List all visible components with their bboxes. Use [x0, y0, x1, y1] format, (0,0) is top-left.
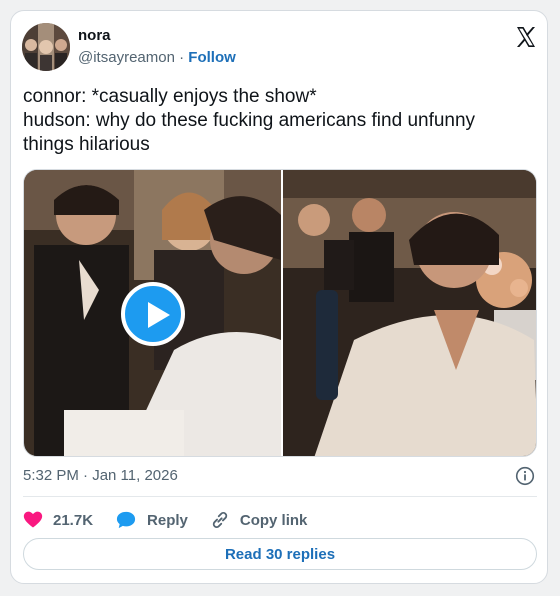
- author-handle-row: @itsayreamon · Follow: [78, 49, 236, 66]
- divider: [23, 496, 537, 497]
- reply-label: Reply: [147, 511, 188, 529]
- reply-button[interactable]: Reply: [115, 510, 188, 530]
- tweet-timestamp[interactable]: 5:32 PM · Jan 11, 2026: [23, 467, 178, 484]
- video-thumbnail: [24, 170, 536, 456]
- tweet-text-line: connor: *casually enjoys the show*: [23, 86, 317, 107]
- avatar[interactable]: [22, 23, 70, 71]
- link-icon: [212, 511, 228, 529]
- author-handle[interactable]: @itsayreamon: [78, 49, 175, 66]
- copy-link-button[interactable]: Copy link: [210, 510, 308, 530]
- action-bar: 21.7K Reply Copy link: [23, 505, 329, 535]
- heart-icon: [23, 511, 43, 528]
- tweet-text-line: things hilarious: [23, 134, 150, 155]
- follow-link[interactable]: Follow: [188, 49, 236, 66]
- reply-bubble-icon: [116, 511, 136, 529]
- video-player[interactable]: [23, 169, 537, 457]
- tweet-text-line: hudson: why do these fucking americans f…: [23, 110, 476, 131]
- tweet-text: connor: *casually enjoys the show* hudso…: [23, 85, 537, 157]
- x-logo-icon[interactable]: [514, 25, 538, 49]
- separator-dot: ·: [179, 49, 185, 66]
- play-icon[interactable]: [121, 282, 185, 346]
- like-count: 21.7K: [53, 511, 94, 529]
- read-replies-button[interactable]: Read 30 replies: [23, 538, 537, 570]
- like-button[interactable]: 21.7K: [23, 510, 93, 530]
- author-name[interactable]: nora: [78, 27, 111, 44]
- info-icon[interactable]: [515, 466, 535, 486]
- avatar-image: [22, 23, 70, 71]
- tweet-embed-card: nora @itsayreamon · Follow connor: *casu…: [10, 10, 548, 584]
- copy-link-label: Copy link: [239, 511, 308, 529]
